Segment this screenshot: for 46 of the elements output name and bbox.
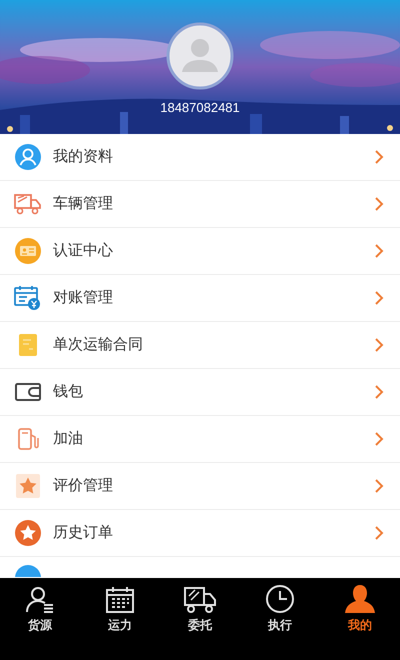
menu-item-label: 钱包 [53, 382, 84, 402]
chevron-right-icon [374, 243, 384, 259]
menu-item-label: 加油 [53, 428, 84, 449]
menu-item[interactable]: 我的资料 [0, 134, 400, 181]
menu-item[interactable]: 单次运输合同 [0, 322, 400, 369]
menu-item[interactable]: 对账管理 [0, 275, 400, 322]
chevron-right-icon [374, 384, 384, 400]
phone-number: 18487082481 [160, 99, 240, 117]
tab[interactable]: 委托 [160, 584, 240, 636]
person-icon [15, 144, 41, 170]
chevron-right-icon [374, 431, 384, 447]
menu-item[interactable]: 钱包 [0, 369, 400, 416]
id-card-icon [15, 238, 41, 264]
tab[interactable]: 运力 [80, 584, 160, 636]
menu-item-label: 车辆管理 [53, 194, 114, 214]
document-icon [18, 333, 38, 357]
tab[interactable]: 执行 [240, 584, 320, 636]
avatar-icon [166, 22, 234, 90]
tab[interactable]: 货源 [0, 584, 80, 636]
menu-item[interactable]: 车辆管理 [0, 181, 400, 228]
fuel-pump-icon [17, 427, 39, 451]
menu-item-label: 我的资料 [53, 146, 114, 167]
menu-item-label: 单次运输合同 [53, 334, 144, 355]
menu-item-label: 历史订单 [53, 522, 114, 543]
truck-icon [183, 586, 217, 614]
person-icon [344, 584, 376, 614]
calendar-icon [105, 586, 135, 614]
chevron-right-icon [374, 337, 384, 353]
tab[interactable]: 我的 [320, 584, 400, 636]
chevron-right-icon [374, 149, 384, 165]
chevron-right-icon [374, 525, 384, 541]
truck-icon [14, 193, 42, 215]
person-list-icon [25, 586, 55, 614]
clock-icon [265, 584, 295, 614]
menu-item-label: 对账管理 [53, 288, 114, 308]
menu-item-label: 认证中心 [53, 240, 114, 261]
calendar-icon [14, 285, 42, 311]
menu-item[interactable]: 加油 [0, 416, 400, 463]
menu-item[interactable]: 历史订单 [0, 510, 400, 557]
chevron-right-icon [374, 478, 384, 494]
menu-item[interactable]: 认证中心 [0, 228, 400, 275]
menu-item-label: 评价管理 [53, 476, 114, 496]
chevron-right-icon [374, 196, 384, 212]
menu-item[interactable]: 评价管理 [0, 463, 400, 510]
chevron-right-icon [374, 290, 384, 306]
wallet-icon [15, 382, 41, 402]
